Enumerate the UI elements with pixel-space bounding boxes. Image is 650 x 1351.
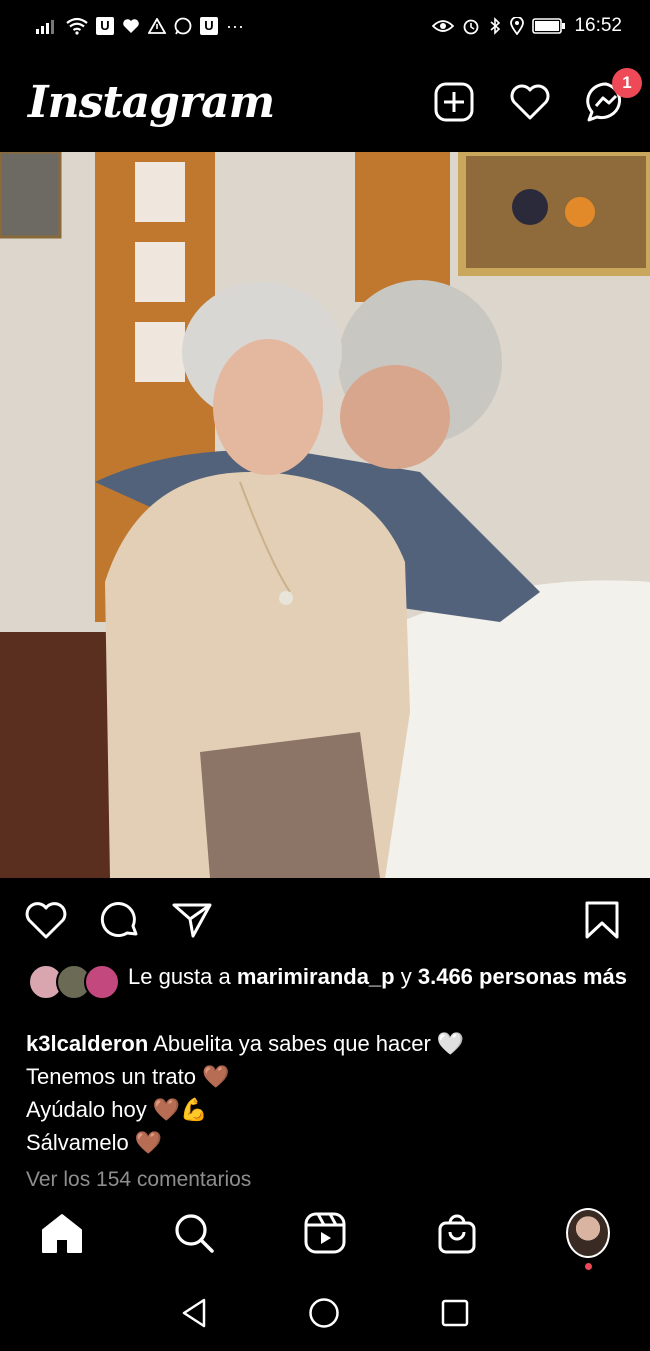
health-icon <box>123 19 139 33</box>
share-button[interactable] <box>170 898 214 942</box>
nav-search[interactable] <box>172 1211 216 1255</box>
alarm-icon <box>464 19 479 35</box>
recents-icon[interactable] <box>440 1298 470 1328</box>
heart-icon <box>510 84 550 120</box>
caption-line-1: k3lcalderon Abuelita ya sabes que hacer … <box>26 1027 626 1060</box>
bluetooth-icon <box>490 17 501 35</box>
message-count-badge: 1 <box>612 68 642 98</box>
wifi-icon <box>66 17 88 35</box>
comment-button[interactable] <box>98 898 142 942</box>
instagram-logo[interactable]: Instagram <box>28 77 275 128</box>
home-circle-icon[interactable] <box>308 1297 340 1329</box>
like-icon <box>25 902 67 939</box>
nav-reels[interactable] <box>303 1211 347 1255</box>
status-right-icons: 16:52 <box>432 15 622 37</box>
bottom-navigation <box>0 1190 650 1275</box>
view-comments-link[interactable]: Ver los 154 comentarios <box>26 1168 251 1188</box>
battery-icon <box>532 18 566 34</box>
reels-icon <box>304 1212 346 1253</box>
post-image <box>0 152 650 878</box>
likes-section: Le gusta a marimiranda_p y 3.466 persona… <box>28 962 628 1022</box>
home-icon <box>42 1213 82 1253</box>
save-button[interactable] <box>580 898 624 942</box>
new-post-button[interactable] <box>432 80 476 124</box>
caption-text-1: Abuelita ya sabes que hacer 🤍 <box>153 1031 465 1056</box>
eye-icon <box>432 20 455 32</box>
header-actions: 1 <box>432 68 642 124</box>
activity-dot <box>585 1262 592 1270</box>
search-icon <box>174 1213 214 1253</box>
app-header: Instagram 1 <box>0 52 650 152</box>
post-caption: k3lcalderon Abuelita ya sabes que hacer … <box>26 1027 626 1159</box>
liker-avatars[interactable] <box>28 964 120 1000</box>
likes-text[interactable]: Le gusta a marimiranda_p y 3.466 persona… <box>128 962 628 992</box>
post-action-bar <box>0 880 650 960</box>
app-notification-icon-2: U <box>200 17 218 35</box>
nav-home[interactable] <box>40 1211 84 1255</box>
location-icon <box>510 17 525 35</box>
activity-button[interactable] <box>508 80 552 124</box>
liker-avatar <box>84 964 120 1000</box>
status-bar: U U ··· 16:52 <box>0 0 650 52</box>
caption-line-4: Sálvamelo 🤎 <box>26 1130 163 1155</box>
likes-prefix: Le gusta a <box>128 964 231 989</box>
system-navigation <box>0 1275 650 1351</box>
caption-line-3: Ayúdalo hoy 🤎💪 <box>26 1097 208 1122</box>
likes-count[interactable]: 3.466 personas más <box>418 964 627 989</box>
status-left-icons: U U ··· <box>36 16 244 37</box>
share-icon <box>172 903 212 938</box>
like-button[interactable] <box>24 898 68 942</box>
caption-username[interactable]: k3lcalderon <box>26 1031 148 1056</box>
new-post-icon <box>434 82 474 122</box>
back-icon[interactable] <box>180 1297 208 1329</box>
liker-username[interactable]: marimiranda_p <box>237 964 395 989</box>
nav-shop[interactable] <box>435 1211 479 1255</box>
more-notifications-icon: ··· <box>226 15 244 36</box>
messenger-button[interactable]: 1 <box>584 68 642 124</box>
profile-avatar <box>566 1207 610 1270</box>
status-time: 16:52 <box>574 15 622 36</box>
comment-icon <box>100 902 138 938</box>
nav-profile[interactable] <box>566 1207 610 1270</box>
post-photo[interactable] <box>0 152 650 878</box>
shop-icon <box>438 1214 475 1253</box>
caption-line-2: Tenemos un trato 🤎 <box>26 1064 230 1089</box>
app-notification-icon: U <box>96 17 114 35</box>
whatsapp-icon <box>174 17 192 35</box>
warning-icon <box>148 18 166 34</box>
save-icon <box>585 901 619 939</box>
likes-joiner: y <box>400 964 412 989</box>
signal-icon <box>36 20 54 34</box>
